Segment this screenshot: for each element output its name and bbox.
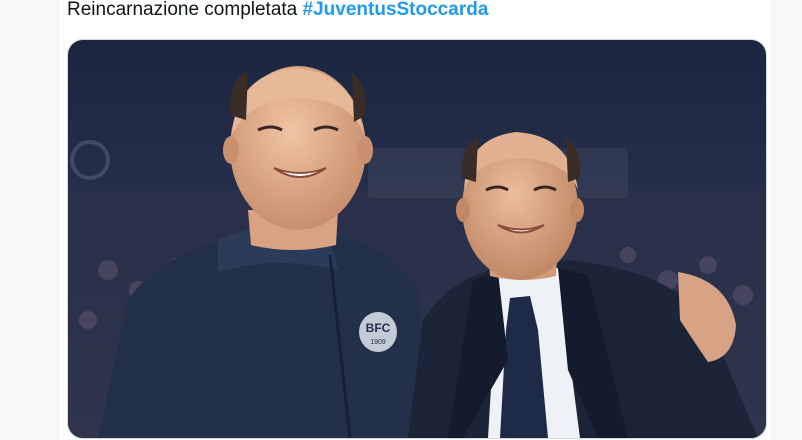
tweet-photo[interactable]: BFC 1909 [67, 39, 767, 439]
hashtag-link[interactable]: #JuventusStoccarda [303, 0, 489, 20]
svg-text:BFC: BFC [366, 321, 391, 335]
tweet-card[interactable]: Reincarnazione completata #JuventusStocc… [58, 0, 772, 440]
bfc-badge: BFC 1909 [359, 312, 397, 352]
tweet-text: Reincarnazione completata #JuventusStocc… [67, 0, 488, 24]
tweet-body-text: Reincarnazione completata [67, 0, 303, 20]
photo-illustration: BFC 1909 [68, 40, 766, 438]
page: Reincarnazione completata #JuventusStocc… [0, 0, 802, 440]
svg-text:1909: 1909 [370, 339, 386, 346]
